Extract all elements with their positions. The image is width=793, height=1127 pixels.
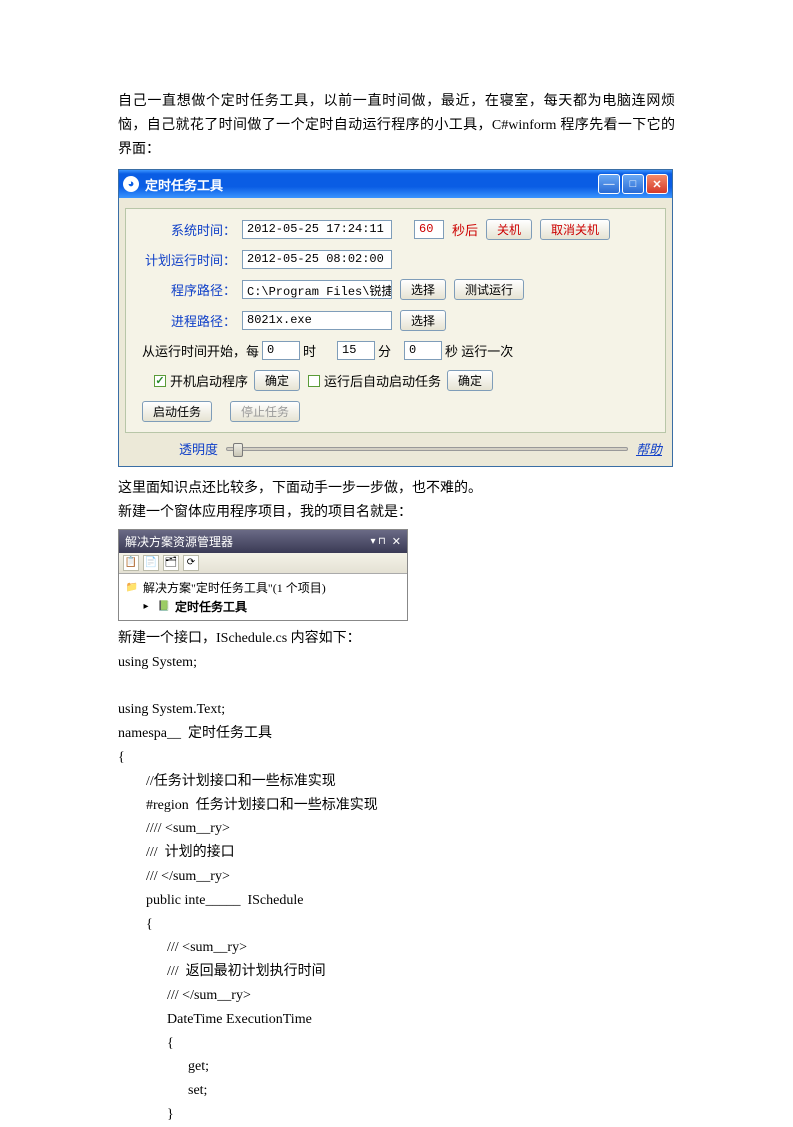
minimize-button[interactable]: — — [598, 174, 620, 194]
autostart-label: 运行后自动启动任务 — [324, 371, 441, 390]
vs-tool-icon[interactable]: ⟳ — [183, 555, 199, 571]
vs-solution-line[interactable]: 📁 解决方案"定时任务工具"(1 个项目) — [125, 578, 401, 597]
vs-tool-icon[interactable]: 📄 — [143, 555, 159, 571]
confirm1-button[interactable]: 确定 — [254, 370, 300, 391]
opacity-slider[interactable] — [226, 447, 628, 451]
solution-explorer: 解决方案资源管理器 ▾ ⊓ ✕ 📋 📄 🗂 ⟳ 📁 解决方案"定时任务工具"(1… — [118, 529, 408, 621]
shutdown-button[interactable]: 关机 — [486, 219, 532, 240]
window-title: 定时任务工具 — [145, 175, 223, 194]
systime-field[interactable]: 2012-05-25 17:24:11 — [242, 220, 392, 239]
solution-icon: 📁 — [125, 580, 139, 594]
sec-label: 秒 运行一次 — [445, 341, 513, 360]
procpath-field[interactable]: 8021x.exe — [242, 311, 392, 330]
plantime-field[interactable]: 2012-05-25 08:02:00 — [242, 250, 392, 269]
min-field[interactable]: 15 — [337, 341, 375, 360]
choose-prog-button[interactable]: 选择 — [400, 279, 446, 300]
expand-icon[interactable]: ▸ — [139, 599, 153, 613]
vs-toolbar: 📋 📄 🗂 ⟳ — [119, 553, 407, 574]
label-procpath: 进程路径： — [136, 311, 242, 330]
start-task-button[interactable]: 启动任务 — [142, 401, 212, 422]
intro-paragraph: 自己一直想做个定时任务工具，以前一直时间做，最近，在寝室，每天都为电脑连网烦恼，… — [118, 90, 675, 161]
autostart-checkbox[interactable] — [308, 375, 320, 387]
titlebar: ◕ 定时任务工具 — □ ✕ — [119, 170, 672, 198]
label-progpath: 程序路径： — [136, 280, 242, 299]
testrun-button[interactable]: 测试运行 — [454, 279, 524, 300]
mid-paragraph-2: 新建一个窗体应用程序项目，我的项目名就是： — [118, 501, 675, 525]
boot-label: 开机启动程序 — [170, 371, 248, 390]
stop-task-button: 停止任务 — [230, 401, 300, 422]
maximize-button[interactable]: □ — [622, 174, 644, 194]
vs-tool-icon[interactable]: 🗂 — [163, 555, 179, 571]
vs-project-line[interactable]: ▸ 📗 定时任务工具 — [125, 597, 401, 616]
confirm2-button[interactable]: 确定 — [447, 370, 493, 391]
interval-prefix: 从运行时间开始，每 — [142, 341, 259, 360]
vs-title: 解决方案资源管理器 — [125, 533, 233, 550]
help-link[interactable]: 帮助 — [636, 439, 662, 458]
label-plantime: 计划运行时间： — [136, 250, 242, 269]
boot-checkbox[interactable]: ✓ — [154, 375, 166, 387]
min-label: 分 — [378, 341, 391, 360]
seconds-field[interactable]: 60 — [414, 220, 444, 239]
hour-label: 时 — [303, 341, 316, 360]
cancel-shutdown-button[interactable]: 取消关机 — [540, 219, 610, 240]
app-window: ◕ 定时任务工具 — □ ✕ 系统时间： 2012-05-25 17:24:11… — [118, 169, 673, 467]
mid-paragraph-1: 这里面知识点还比较多，下面动手一步一步做，也不难的。 — [118, 477, 675, 501]
vs-tool-icon[interactable]: 📋 — [123, 555, 139, 571]
clock-icon: ◕ — [123, 176, 139, 192]
close-button[interactable]: ✕ — [646, 174, 668, 194]
seconds-suffix: 秒后 — [452, 220, 478, 239]
choose-proc-button[interactable]: 选择 — [400, 310, 446, 331]
progpath-field[interactable]: C:\Program Files\锐捷网络 — [242, 280, 392, 299]
hour-field[interactable]: 0 — [262, 341, 300, 360]
after-vs-text: 新建一个接口，ISchedule.cs 内容如下： — [118, 627, 675, 651]
code-block: using System; using System.Text; namespa… — [118, 651, 675, 1127]
sec-field[interactable]: 0 — [404, 341, 442, 360]
csproj-icon: 📗 — [157, 599, 171, 613]
pin-icon[interactable]: ▾ ⊓ — [370, 536, 385, 547]
label-systime: 系统时间： — [136, 220, 242, 239]
vs-close-icon[interactable]: ✕ — [392, 535, 401, 548]
opacity-label: 透明度 — [179, 439, 218, 458]
